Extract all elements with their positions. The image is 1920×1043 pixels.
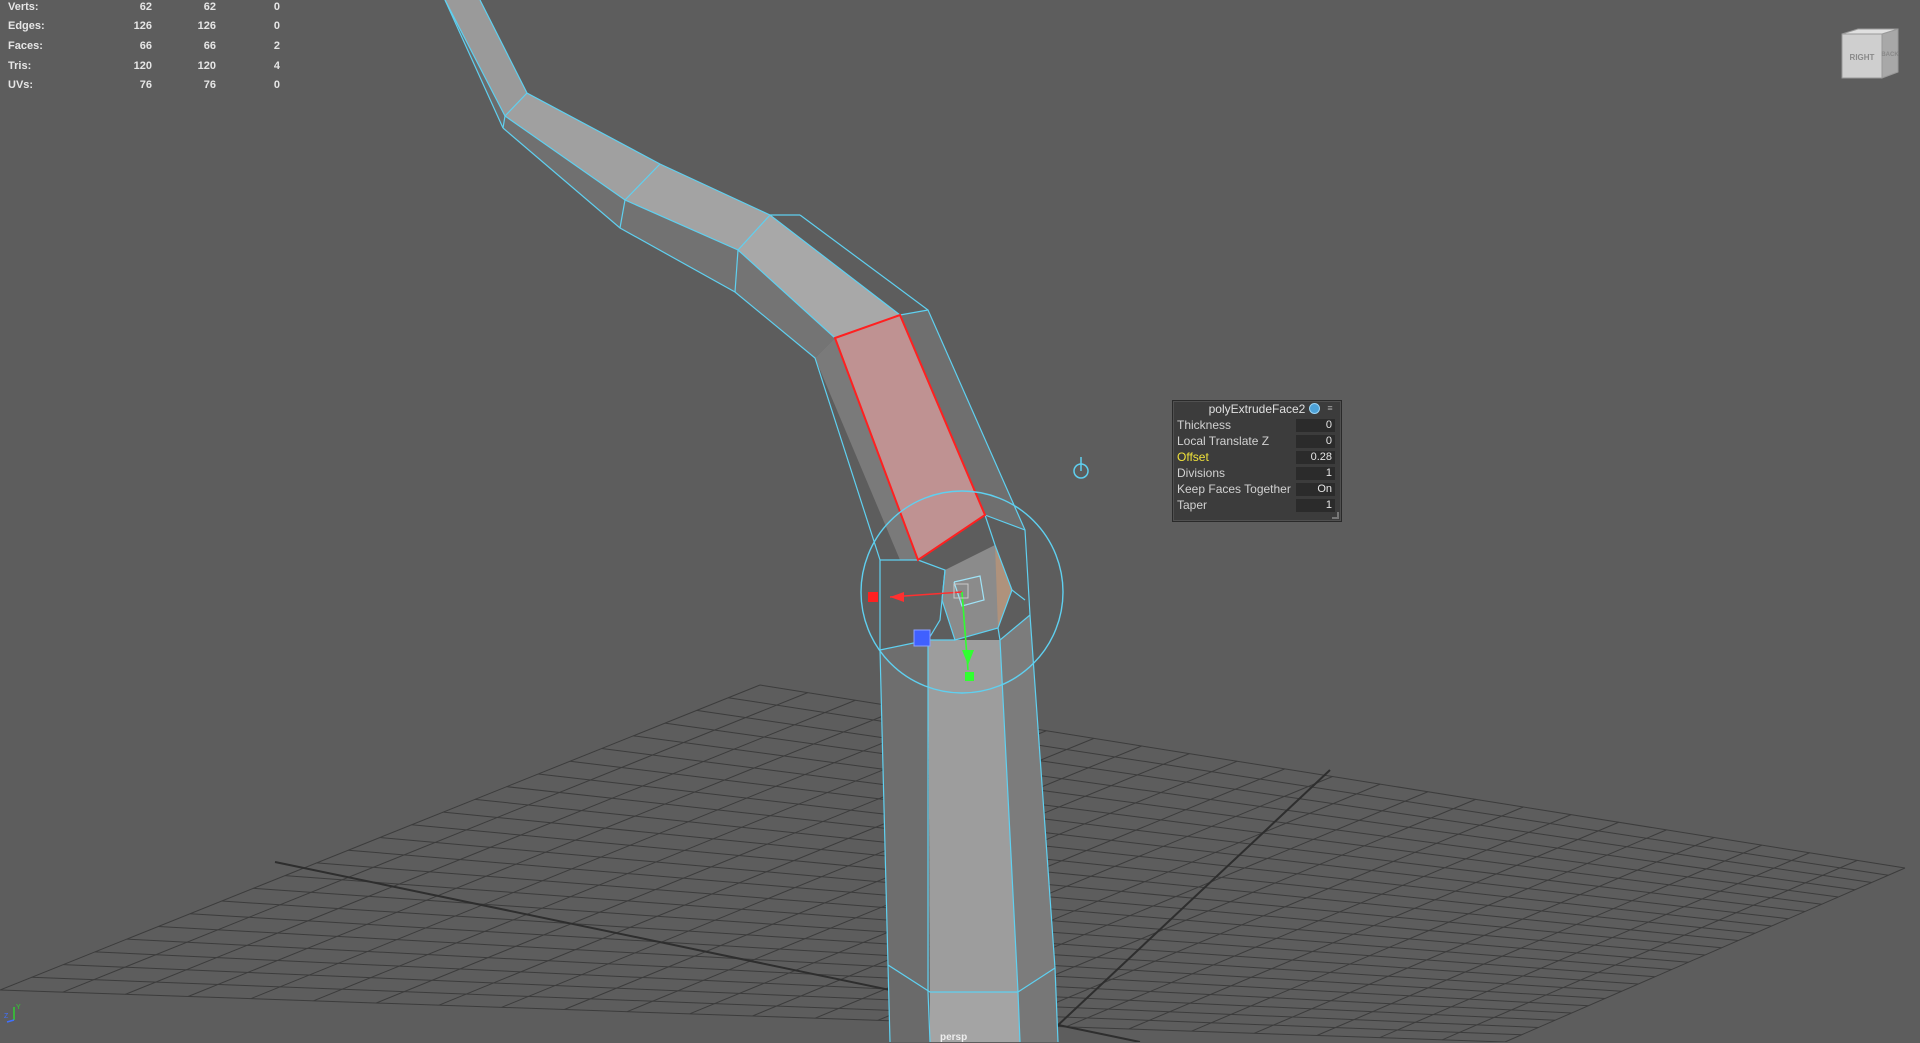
- grid-line: [1316, 844, 1763, 1036]
- view-cube[interactable]: RIGHT BACK: [1838, 26, 1902, 86]
- hud-row: UVs: 76 76 0: [8, 75, 280, 95]
- svg-text:Y: Y: [16, 1004, 21, 1011]
- manipulator-x-handle: [868, 592, 878, 602]
- hud-value: 76: [203, 79, 216, 92]
- view-cube-side-label: BACK: [1881, 52, 1899, 58]
- hud-value: 0: [273, 20, 280, 33]
- attr-row[interactable]: Local Translate Z 0: [1173, 433, 1341, 449]
- perspective-viewport[interactable]: Verts: 62 62 0 Edges: 126 126 0 Faces: 66 66 2 Tris:…: [0, 0, 1920, 1043]
- attr-value-field[interactable]: 0: [1296, 418, 1335, 432]
- svg-text:Z: Z: [4, 1013, 9, 1020]
- hud-row: Faces: 66 66 2: [8, 36, 280, 56]
- in-view-editor[interactable]: polyExtrudeFace2 ≡ Thickness 0 Local Trans…: [1172, 400, 1342, 522]
- attr-value-field[interactable]: 1: [1296, 498, 1335, 512]
- attr-row[interactable]: Offset 0.28: [1173, 449, 1341, 465]
- attribute-list: Thickness 0 Local Translate Z 0 Offset 0.28 Di…: [1173, 417, 1341, 513]
- hud-label: Faces:: [8, 39, 43, 52]
- attr-name: Offset: [1177, 450, 1209, 464]
- camera-name: persp: [940, 1032, 968, 1043]
- attr-row[interactable]: Keep Faces Together On: [1173, 481, 1341, 497]
- hud-value: 4: [273, 59, 280, 72]
- grid-line: [1504, 867, 1906, 1042]
- attr-row[interactable]: Thickness 0: [1173, 417, 1341, 433]
- attr-value-field[interactable]: 1: [1296, 466, 1335, 480]
- attr-name: Keep Faces Together: [1177, 482, 1291, 496]
- attr-name: Divisions: [1177, 466, 1226, 480]
- grid-line: [1253, 837, 1715, 1034]
- grid-line: [1065, 814, 1572, 1028]
- attr-row[interactable]: Divisions 1: [1173, 465, 1341, 481]
- editor-title: polyExtrudeFace2: [1208, 402, 1306, 416]
- hud-value: 126: [133, 20, 152, 33]
- grid-line: [1379, 852, 1810, 1039]
- grid-center-lines: [274, 769, 1331, 1042]
- attr-value-field[interactable]: 0: [1296, 434, 1335, 448]
- attr-name: Thickness: [1177, 418, 1232, 432]
- hud-value: 120: [133, 59, 152, 72]
- world-axis-icon: Y Z: [4, 1004, 21, 1023]
- hud-value: 2: [273, 39, 280, 52]
- manipulator-x-arrow: [890, 592, 904, 602]
- pivot-icon[interactable]: [1071, 453, 1091, 483]
- scene-canvas[interactable]: [0, 0, 1920, 1042]
- grid-line: [1442, 859, 1858, 1041]
- hud-value: 62: [203, 0, 216, 13]
- attr-name: Taper: [1177, 498, 1208, 512]
- hud-value: 66: [203, 39, 216, 52]
- poly-count-hud: Verts: 62 62 0 Edges: 126 126 0 Faces: 66 66 2 Tris:…: [8, 0, 280, 95]
- editor-title-bar[interactable]: polyExtrudeFace2 ≡: [1173, 401, 1341, 417]
- resize-grip-icon[interactable]: [1332, 512, 1339, 519]
- grid-line: [94, 951, 1556, 1021]
- hud-label: Tris:: [8, 59, 32, 72]
- hud-value: 0: [273, 79, 280, 92]
- attr-value-field[interactable]: On: [1296, 482, 1335, 496]
- hud-value: 126: [197, 20, 216, 33]
- hud-value: 0: [273, 0, 280, 13]
- attr-name: Local Translate Z: [1177, 434, 1270, 448]
- hud-row: Verts: 62 62 0: [8, 0, 280, 17]
- menu-icon[interactable]: ≡: [1325, 403, 1335, 414]
- manipulator-z-handle: [913, 629, 931, 647]
- hud-label: Edges:: [8, 20, 45, 33]
- mesh-face: [445, 0, 527, 116]
- hud-value: 62: [139, 0, 152, 13]
- hud-value: 120: [197, 59, 216, 72]
- hud-label: UVs:: [8, 79, 34, 92]
- attr-value-field[interactable]: 0.28: [1296, 450, 1335, 464]
- attr-row[interactable]: Taper 1: [1173, 497, 1341, 513]
- manipulator-y-handle: [965, 672, 974, 681]
- view-cube-front-label: RIGHT: [1850, 53, 1875, 62]
- hud-label: Verts:: [8, 0, 39, 13]
- grid-line: [1003, 806, 1524, 1026]
- hud-value: 66: [139, 39, 152, 52]
- hud-value: 76: [139, 79, 152, 92]
- hud-row: Tris: 120 120 4: [8, 56, 280, 76]
- hud-row: Edges: 126 126 0: [8, 17, 280, 37]
- grid-line: [1128, 821, 1619, 1030]
- toggle-icon[interactable]: [1309, 403, 1320, 414]
